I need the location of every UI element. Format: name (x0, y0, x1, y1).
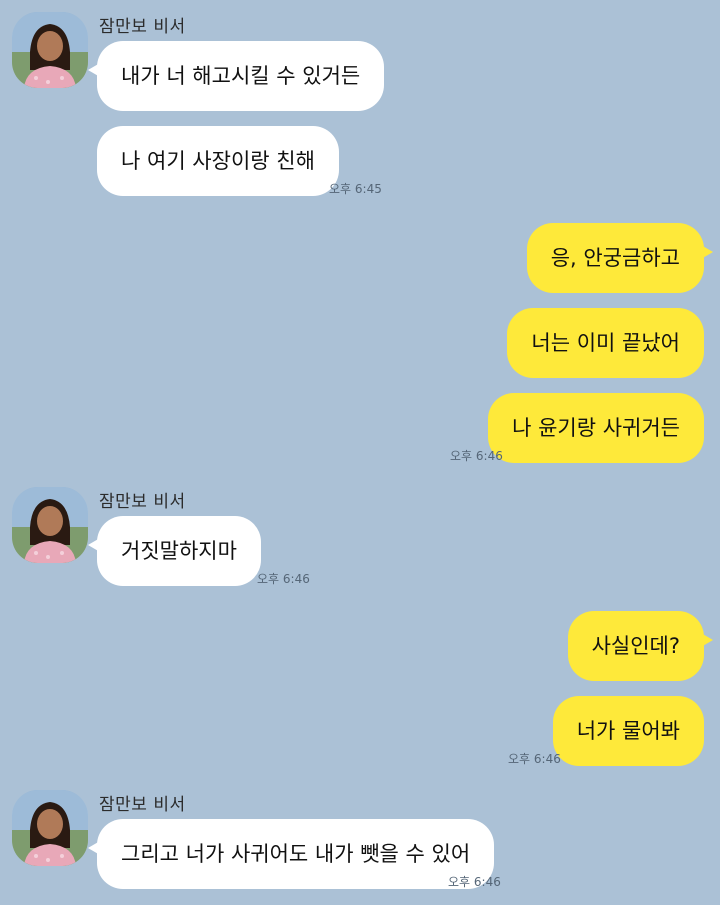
message-bubble-outgoing[interactable]: 너가 물어봐 (552, 696, 704, 766)
sender-avatar[interactable] (12, 12, 88, 88)
message-bubble-incoming[interactable]: 나 여기 사장이랑 친해 (97, 126, 339, 196)
message-bubble-outgoing[interactable]: 사실인데? (567, 611, 714, 681)
message-timestamp: 오후 6:46 (448, 875, 501, 889)
message-timestamp: 오후 6:45 (329, 182, 382, 196)
message-bubble-outgoing[interactable]: 너는 이미 끝났어 (507, 308, 704, 378)
sender-avatar[interactable] (12, 487, 88, 563)
message-bubble-outgoing[interactable]: 응, 안궁금하고 (526, 223, 714, 293)
message-bubble-incoming[interactable]: 거짓말하지마 (88, 516, 261, 586)
avatar-photo (12, 12, 88, 88)
message-timestamp: 오후 6:46 (257, 572, 310, 586)
message-bubble-incoming[interactable]: 그리고 너가 사귀어도 내가 뺏을 수 있어 (87, 819, 495, 889)
message-timestamp: 오후 6:46 (508, 752, 561, 766)
chat-window: 잠만보 비서 내가 너 해고시킬 수 있거든 나 여기 사장이랑 친해 오후 6… (0, 0, 720, 905)
avatar-photo (12, 790, 88, 866)
message-bubble-outgoing[interactable]: 나 윤기랑 사귀거든 (488, 393, 704, 463)
avatar-photo (12, 487, 88, 563)
sender-name: 잠만보 비서 (99, 17, 186, 37)
message-timestamp: 오후 6:46 (450, 449, 503, 463)
sender-name: 잠만보 비서 (99, 795, 186, 815)
sender-avatar[interactable] (12, 790, 88, 866)
sender-name: 잠만보 비서 (99, 492, 186, 512)
message-bubble-incoming[interactable]: 내가 너 해고시킬 수 있거든 (87, 41, 385, 111)
